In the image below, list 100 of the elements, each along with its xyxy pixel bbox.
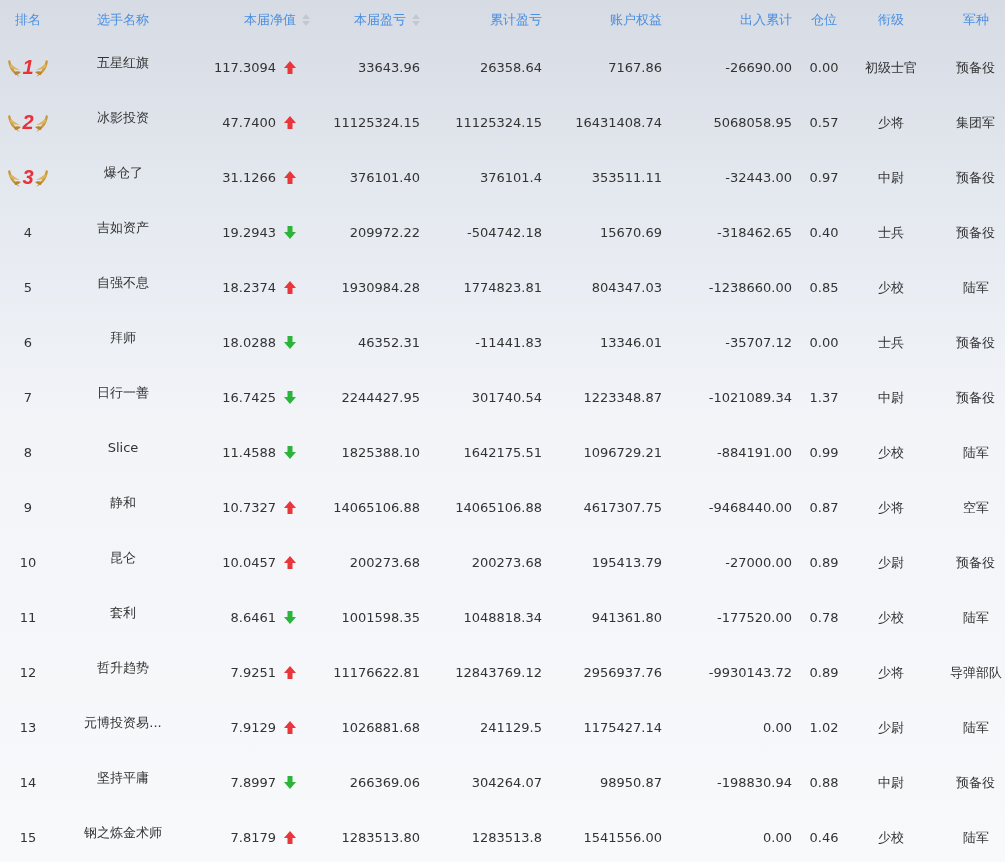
table-cell-text: 1541556.00 [582,830,662,845]
table-cell-text: 2244427.95 [340,390,420,405]
table-cell-text: 0.46 [808,830,840,845]
table-cell-text: 1175427.14 [582,720,662,735]
table-cell-text: 1.02 [808,720,840,735]
table-cell-text: 33643.96 [356,60,420,75]
net-value: 7.8997 [230,775,276,790]
player-name[interactable]: 爆仓了 [56,163,190,182]
table-cell-text: 士兵 [877,333,905,352]
table-cell-text: 中尉 [877,388,905,407]
rank-number: 9 [22,500,34,515]
table-cell-text: 16431408.74 [574,115,662,130]
table-cell-text: 14065106.88 [454,500,542,515]
table-cell-text: 少尉 [877,718,905,737]
table-cell-text: 少校 [877,278,905,297]
table-cell-text: 0.88 [808,775,840,790]
table-cell-text: 353511.11 [590,170,662,185]
table-cell-text: 1.37 [808,390,840,405]
table-cell-text: 98950.87 [598,775,662,790]
column-header: 衔级 [878,11,904,29]
table-cell-text: 陆军 [961,278,990,297]
table-cell-text: 中尉 [877,168,905,187]
table-cell-text: 0.97 [808,170,840,185]
table-cell-text: 241129.5 [478,720,542,735]
table-cell-text: 0.00 [762,720,792,735]
rank-number: 7 [22,390,34,405]
table-cell-text: 0.00 [762,830,792,845]
table-cell-text: 预备役 [955,223,996,242]
table-cell-text: -198830.94 [716,775,792,790]
table-cell-text: 301740.54 [470,390,542,405]
table-cell-text: 0.40 [808,225,840,240]
table-cell-text: 195413.79 [590,555,662,570]
table-cell-text: 14065106.88 [332,500,420,515]
table-cell-text: 5068058.95 [712,115,792,130]
table-cell-text: 空军 [961,498,990,517]
table-cell-text: 少将 [877,663,905,682]
net-value: 7.9129 [230,720,276,735]
table-cell-text: 陆军 [961,718,990,737]
rank-number: 6 [22,335,34,350]
player-name[interactable]: Slice [56,440,190,455]
table-cell-text: 中尉 [877,773,905,792]
column-header: 选手名称 [97,11,149,29]
column-header: 累计盈亏 [490,11,542,29]
table-cell-text: 46352.31 [356,335,420,350]
table-cell-text: 11125324.15 [454,115,542,130]
table-cell-text: 1001598.35 [340,610,420,625]
rank-number: 13 [18,720,38,735]
table-cell-text: 0.57 [808,115,840,130]
table-cell-text: 少将 [877,113,905,132]
table-cell-text: 0.85 [808,280,840,295]
table-cell-text: 1026881.68 [340,720,420,735]
table-cell-text: -504742.18 [466,225,542,240]
rank-number: 8 [22,445,34,460]
table-cell-text: 13346.01 [598,335,662,350]
table-cell-text: 0.87 [808,500,840,515]
table-cell-text: 15670.69 [598,225,662,240]
table-cell-text: 376101.4 [478,170,542,185]
player-name[interactable]: 冰影投资 [56,108,190,127]
net-value: 16.7425 [222,390,276,405]
table-cell-text: -9930143.72 [707,665,792,680]
rank-number: 5 [22,280,34,295]
player-name[interactable]: 自强不息 [56,273,190,292]
rank-number: 3 [22,166,34,189]
net-value: 47.7400 [222,115,276,130]
table-cell-text: 集团军 [955,113,996,132]
player-name[interactable]: 哲升趋势 [56,658,190,677]
table-cell-text: 0.00 [808,60,840,75]
table-cell-text: 预备役 [955,553,996,572]
table-cell-text: 7167.86 [607,60,662,75]
player-name[interactable]: 吉如资产 [56,218,190,237]
table-cell-text: -318462.65 [716,225,792,240]
player-name[interactable]: 五星红旗 [56,53,190,72]
player-name[interactable]: 静和 [56,493,190,512]
net-value: 8.6461 [230,610,276,625]
table-cell-text: 1283513.80 [340,830,420,845]
table-cell-text: -9468440.00 [707,500,792,515]
table-cell-text: 0.99 [808,445,840,460]
table-cell-text: 预备役 [955,58,996,77]
table-cell-text: 0.89 [808,665,840,680]
column-header: 军种 [962,11,989,29]
player-name[interactable]: 拜师 [56,328,190,347]
table-cell-text: 1825388.10 [340,445,420,460]
net-value: 19.2943 [222,225,276,240]
table-cell-text: 2956937.76 [582,665,662,680]
table-cell-text: 941361.80 [590,610,662,625]
player-name[interactable]: 坚持平庸 [56,768,190,787]
table-cell-text: 陆军 [961,443,990,462]
player-name[interactable]: 套利 [56,603,190,622]
player-name[interactable]: 元博投资易... [56,713,190,732]
player-name[interactable]: 钢之炼金术师 [56,823,190,842]
table-cell-text: 1096729.21 [582,445,662,460]
rank-number: 12 [18,665,38,680]
table-cell-text: 304264.07 [470,775,542,790]
net-value: 7.8179 [230,830,276,845]
player-name[interactable]: 昆仑 [56,548,190,567]
table-cell-text: 陆军 [961,608,990,627]
player-name[interactable]: 日行一善 [56,383,190,402]
table-cell-text: -177520.00 [716,610,792,625]
table-cell-text: -32443.00 [724,170,792,185]
rank-number: 14 [18,775,38,790]
